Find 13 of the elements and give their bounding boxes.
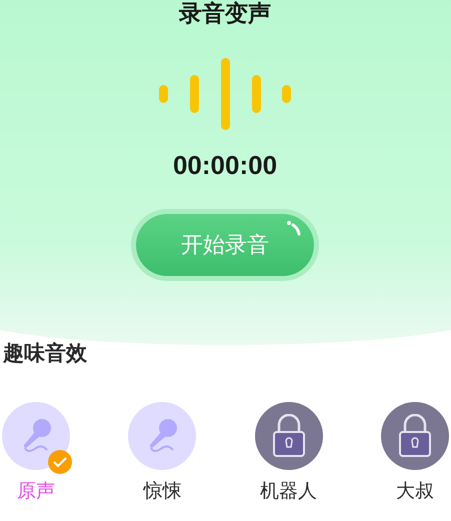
effect-label: 大叔: [396, 479, 434, 504]
lock-icon: [396, 414, 433, 458]
effect-label: 惊悚: [143, 479, 182, 504]
effect-label: 原声: [17, 479, 55, 504]
lock-icon: [270, 414, 307, 458]
check-icon: [48, 450, 72, 474]
waveform-icon: [159, 58, 291, 130]
effect-label: 机器人: [260, 479, 318, 504]
page-title: 录音变声: [179, 0, 271, 28]
record-button[interactable]: 开始录音: [136, 214, 314, 276]
section-title: 趣味音效: [2, 340, 88, 367]
shine-icon: [286, 220, 302, 238]
timer: 00:00:00: [172, 150, 278, 181]
